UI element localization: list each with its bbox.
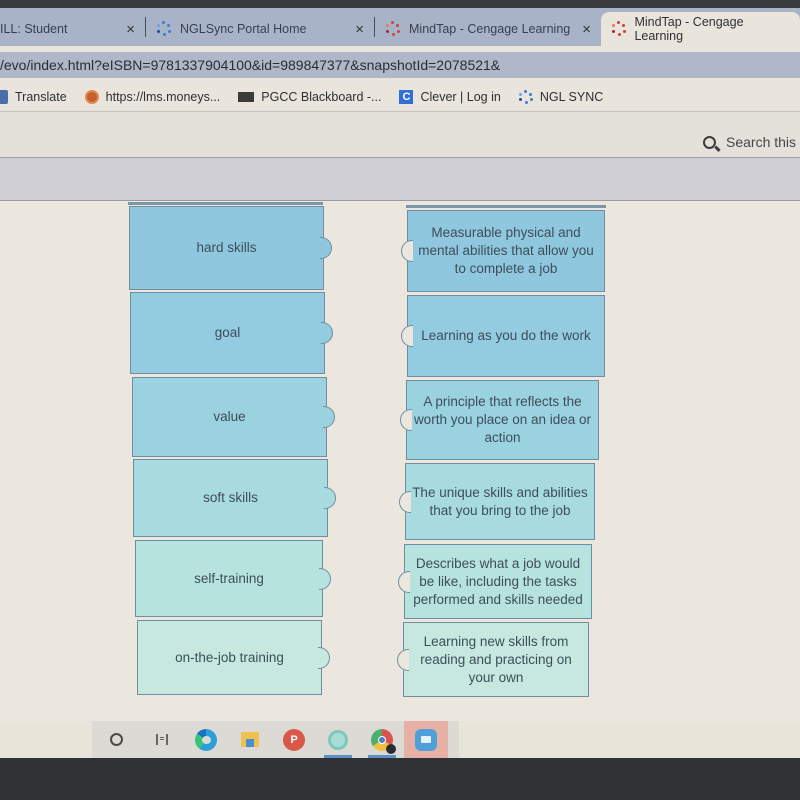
bookmark-pgcc-blackboard[interactable]: PGCC Blackboard -...	[238, 90, 381, 104]
browser-tab-mindtap-1[interactable]: MindTap - Cengage Learning ×	[375, 12, 601, 46]
search-button[interactable]: Search this	[703, 134, 796, 150]
bookmark-clever[interactable]: C Clever | Log in	[399, 89, 501, 104]
term-label: value	[213, 409, 246, 424]
bookmark-ngl-sync[interactable]: NGL SYNC	[518, 89, 604, 104]
taskbar-search-button[interactable]	[92, 721, 140, 758]
taskbar-powerpoint-button[interactable]: P	[272, 721, 316, 758]
os-taskbar-area: P	[0, 721, 800, 758]
taskbar-edge-button[interactable]	[184, 721, 228, 758]
close-icon[interactable]: ×	[126, 21, 135, 38]
term-card[interactable]: on-the-job training	[137, 620, 330, 695]
bookmarks-bar: Translate https://lms.moneys... PGCC Bla…	[0, 82, 800, 112]
clever-icon: C	[399, 89, 414, 104]
search-icon	[703, 135, 716, 149]
ngl-sync-icon	[156, 21, 172, 37]
powerpoint-icon: P	[283, 728, 305, 751]
bookmark-label: NGL SYNC	[539, 89, 604, 104]
browser-tab-mindtap-active[interactable]: MindTap - Cengage Learning	[601, 12, 800, 46]
screen-bezel-bottom	[0, 758, 800, 800]
tab-title: MindTap - Cengage Learning	[409, 22, 571, 36]
definition-card[interactable]: The unique skills and abilities that you…	[399, 463, 595, 540]
definition-card[interactable]: Learning as you do the work	[401, 295, 605, 377]
translate-icon	[0, 89, 8, 104]
tab-title: NGLSync Portal Home	[180, 22, 307, 36]
definition-card[interactable]: Learning new skills from reading and pra…	[397, 622, 589, 697]
taskbar-task-view-button[interactable]	[140, 721, 184, 758]
bookmark-label: PGCC Blackboard -...	[261, 89, 382, 104]
mindtap-icon	[385, 21, 401, 37]
mindtap-icon	[611, 21, 626, 37]
app-header: Search this	[0, 112, 800, 158]
term-card[interactable]: goal	[130, 292, 333, 374]
definition-label: Learning as you do the work	[421, 328, 591, 343]
tab-title: MindTap - Cengage Learning	[634, 15, 744, 43]
term-label: goal	[214, 325, 241, 340]
taskbar-internet-explorer-button[interactable]	[316, 721, 360, 758]
terms-column-top-border	[128, 202, 323, 205]
term-label: soft skills	[203, 490, 258, 505]
moneyskill-icon	[84, 89, 99, 104]
close-icon[interactable]: ×	[355, 21, 364, 38]
blackboard-icon	[238, 91, 255, 102]
term-card[interactable]: self-training	[135, 540, 331, 617]
matching-activity-area	[0, 201, 800, 721]
definition-card[interactable]: Measurable physical and mental abilities…	[401, 210, 605, 292]
zoom-icon	[415, 728, 437, 751]
edge-icon	[195, 728, 217, 751]
internet-explorer-icon	[328, 729, 348, 750]
term-label: hard skills	[196, 240, 257, 255]
taskbar-file-explorer-button[interactable]	[228, 721, 272, 758]
definition-label: Learning new skills from reading and pra…	[420, 633, 572, 685]
term-card[interactable]: hard skills	[129, 206, 332, 290]
browser-tab-ill-student[interactable]: ILL: Student ×	[0, 12, 145, 46]
close-icon[interactable]: ×	[582, 21, 591, 38]
term-label: self-training	[194, 570, 264, 586]
chrome-icon	[371, 728, 396, 754]
bookmark-label: https://lms.moneys...	[105, 89, 221, 104]
search-label: Search this	[726, 134, 797, 150]
definitions-column-top-border	[406, 205, 606, 208]
definition-card[interactable]: Describes what a job would be like, incl…	[398, 544, 592, 619]
task-view-icon	[156, 734, 168, 745]
activity-toolbar	[0, 158, 800, 201]
definition-card[interactable]: A principle that reflects the worth you …	[400, 380, 599, 460]
definition-label: A principle that reflects the worth you …	[413, 394, 592, 445]
taskbar-zoom-button[interactable]	[404, 721, 448, 758]
url-input[interactable]: /evo/index.html?eISBN=9781337904100&id=9…	[0, 52, 800, 78]
os-taskbar: P	[92, 721, 459, 758]
bookmark-label: Translate	[15, 89, 67, 104]
connector-slot	[397, 648, 409, 671]
browser-tab-strip: ILL: Student × NGLSync Portal Home × Min…	[0, 8, 800, 46]
term-card[interactable]: soft skills	[133, 459, 336, 537]
taskbar-chrome-button[interactable]	[360, 721, 404, 758]
ngl-sync-icon	[518, 89, 533, 104]
browser-tab-nglsync[interactable]: NGLSync Portal Home ×	[146, 12, 374, 46]
definition-label: The unique skills and abilities that you…	[412, 484, 588, 518]
connector-slot	[398, 570, 410, 593]
search-circle-icon	[109, 733, 123, 746]
tab-title: ILL: Student	[0, 22, 68, 36]
bookmark-label: Clever | Log in	[420, 89, 501, 104]
connector-slot	[399, 490, 411, 513]
bookmark-translate[interactable]: Translate	[0, 89, 67, 104]
bookmark-lms-moneyskill[interactable]: https://lms.moneys...	[84, 89, 221, 104]
term-card[interactable]: value	[132, 377, 335, 457]
definition-label: Describes what a job would be like, incl…	[413, 555, 583, 607]
file-explorer-icon	[241, 732, 259, 747]
term-label: on-the-job training	[175, 649, 284, 665]
address-bar-area: /evo/index.html?eISBN=9781337904100&id=9…	[0, 46, 800, 82]
definition-label: Measurable physical and mental abilities…	[418, 225, 594, 276]
